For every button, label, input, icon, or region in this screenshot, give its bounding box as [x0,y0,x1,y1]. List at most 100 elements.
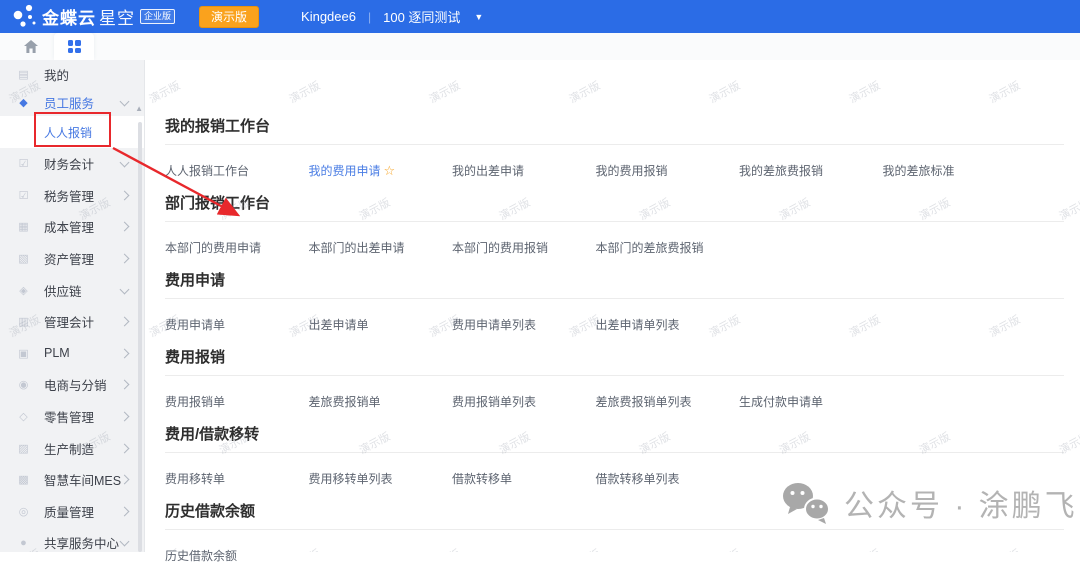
sidebar-scrollbar[interactable] [138,122,142,552]
section-divider [165,144,1064,145]
grid-menu-icon [68,40,81,53]
sidebar-item-management-accounting[interactable]: ▥管理会计 [0,306,144,338]
sidebar-item-label: 生产制造 [44,439,94,458]
logo-text-primary: 金蝶云 [42,4,96,29]
menu-link-label: 我的费用申请 [309,164,381,178]
tax-management-icon: ☑ [16,189,31,202]
menu-link[interactable]: 出差申请单列表 [596,316,740,330]
sidebar-item-my[interactable]: ▤ 我的 [0,60,144,88]
menu-link[interactable]: 历史借款余额 [165,547,309,561]
menu-link-label: 出差申请单 [309,318,369,332]
chevron-down-icon [120,537,130,547]
menu-link[interactable]: 我的费用申请☆ [309,162,453,176]
sidebar-item-retail-management[interactable]: ◇零售管理 [0,401,144,433]
my-workbench-icon: ▤ [16,68,31,81]
menu-section: 部门报销工作台本部门的费用申请本部门的出差申请本部门的费用报销 本部门的差旅费报销 [165,196,1064,253]
sidebar-item-label: 税务管理 [44,186,94,205]
sidebar-item-mes[interactable]: ▩智慧车间MES [0,464,144,496]
menu-link[interactable]: 本部门的费用报销 [452,239,596,253]
menu-link[interactable]: 费用报销单 [165,393,309,407]
chevron-right-icon [120,380,130,390]
topbar-separator: | [368,10,371,24]
section-divider [165,529,1064,530]
menu-section: 费用申请费用申请单出差申请单 费用申请单列表 出差申请单列表 [165,273,1064,330]
menu-link[interactable]: 差旅费报销单列表 [596,393,740,407]
sidebar-item-shared-service[interactable]: ●共享服务中心 [0,527,144,552]
sidebar-item-label: 财务会计 [44,154,94,173]
sidebar-item-label: 电商与分销 [44,375,107,394]
section-links-row: 费用申请单出差申请单 费用申请单列表 出差申请单列表 [165,316,1064,330]
sidebar-item-label: PLM [44,346,70,360]
menu-link[interactable]: 出差申请单 [309,316,453,330]
home-button[interactable] [20,33,42,60]
menu-link[interactable]: 费用移转单 [165,470,309,484]
menu-link[interactable]: 我的出差申请 [452,162,596,176]
chevron-down-icon[interactable]: ▼ [474,12,483,22]
tab-app-menu[interactable] [54,33,94,60]
content-shell: ▤ 我的 ◆员工服务人人报销 ☑ 财务会计 ☑ 税务管理 ▦成本管理▧资产管理◈供应链▥管理会… [0,60,1080,552]
sidebar-item-label: 我的 [44,65,69,84]
chevron-right-icon [120,190,130,200]
menu-link[interactable]: 费用报销单列表 [452,393,596,407]
section-links-row: 人人报销工作台我的费用申请☆我的出差申请我的费用报销我的差旅费报销我的差旅标准 [165,162,1064,176]
menu-link-label: 我的出差申请 [452,164,524,178]
sidebar-item-quality-management[interactable]: ◎质量管理 [0,496,144,528]
menu-section: 费用报销费用报销单差旅费报销单费用报销单列表差旅费报销单列表生成付款申请单 [165,350,1064,407]
menu-link[interactable]: 我的费用报销 [596,162,740,176]
menu-link[interactable]: 生成付款申请单 [739,393,883,407]
section-title: 费用申请 [165,273,1064,289]
kingdee-logo-icon [8,2,42,32]
menu-link[interactable]: 借款转移单 [452,470,596,484]
finance-accounting-icon: ☑ [16,157,31,170]
cost-management-icon: ▦ [16,220,31,233]
section-title: 我的报销工作台 [165,119,1064,135]
account-name[interactable]: Kingdee6 [301,9,356,24]
sidebar-item-supply-chain[interactable]: ◈供应链 [0,274,144,306]
organization-selector[interactable]: 100 逐同测试 [383,7,460,26]
favorite-star-icon[interactable]: ☆ [384,163,396,178]
edition-badge: 企业版 [140,9,175,24]
demo-version-badge: 演示版 [199,6,259,28]
section-divider [165,452,1064,453]
menu-link-label: 费用申请单列表 [452,318,536,332]
menu-link[interactable]: 我的差旅费报销 [739,162,883,176]
sidebar-item-label: 共享服务中心 [44,533,119,552]
menu-link[interactable]: 费用移转单列表 [309,470,453,484]
sidebar-item-label: 人人报销 [44,124,92,141]
sidebar-item-manufacturing[interactable]: ▨生产制造 [0,432,144,464]
menu-link[interactable]: 借款转移单列表 [596,470,740,484]
sidebar-item-employee-service[interactable]: ◆员工服务 [0,88,144,116]
supply-chain-icon: ◈ [16,284,31,297]
sidebar-item-renren-baoxiao[interactable]: 人人报销 [0,116,144,148]
menu-link[interactable]: 我的差旅标准 [883,162,1027,176]
menu-link-label: 我的费用报销 [596,164,668,178]
menu-link-label: 我的差旅费报销 [739,164,823,178]
scroll-up-icon[interactable]: ▲ [135,104,143,113]
sidebar-item-label: 员工服务 [44,93,94,112]
menu-link-label: 借款转移单 [452,472,512,486]
sidebar-item-cost-management[interactable]: ▦成本管理 [0,211,144,243]
sidebar-item-ecommerce-distribution[interactable]: ◉ 电商与分销 [0,369,144,401]
sidebar-item-plm[interactable]: ▣PLM [0,338,144,370]
menu-link[interactable]: 费用申请单 [165,316,309,330]
section-divider [165,221,1064,222]
sidebar-item-label: 零售管理 [44,407,94,426]
ecommerce-distribution-icon: ◉ [16,378,31,391]
menu-link[interactable]: 本部门的出差申请 [309,239,453,253]
section-title: 费用报销 [165,350,1064,366]
menu-link[interactable]: 差旅费报销单 [309,393,453,407]
chevron-right-icon [120,443,130,453]
menu-link-label: 本部门的差旅费报销 [596,241,704,255]
menu-link[interactable]: 费用申请单列表 [452,316,596,330]
menu-link[interactable]: 本部门的费用申请 [165,239,309,253]
tabbar [0,33,1080,60]
section-title: 部门报销工作台 [165,196,1064,212]
section-links-row: 历史借款余额 [165,547,1064,561]
menu-link-label: 本部门的费用报销 [452,241,548,255]
menu-link[interactable]: 本部门的差旅费报销 [596,239,740,253]
menu-link[interactable]: 人人报销工作台 [165,162,309,176]
sidebar-item-label: 管理会计 [44,312,94,331]
sidebar-item-asset-management[interactable]: ▧资产管理 [0,243,144,275]
sidebar-item-finance-accounting[interactable]: ☑ 财务会计 [0,148,144,180]
sidebar-item-tax-management[interactable]: ☑ 税务管理 [0,180,144,212]
